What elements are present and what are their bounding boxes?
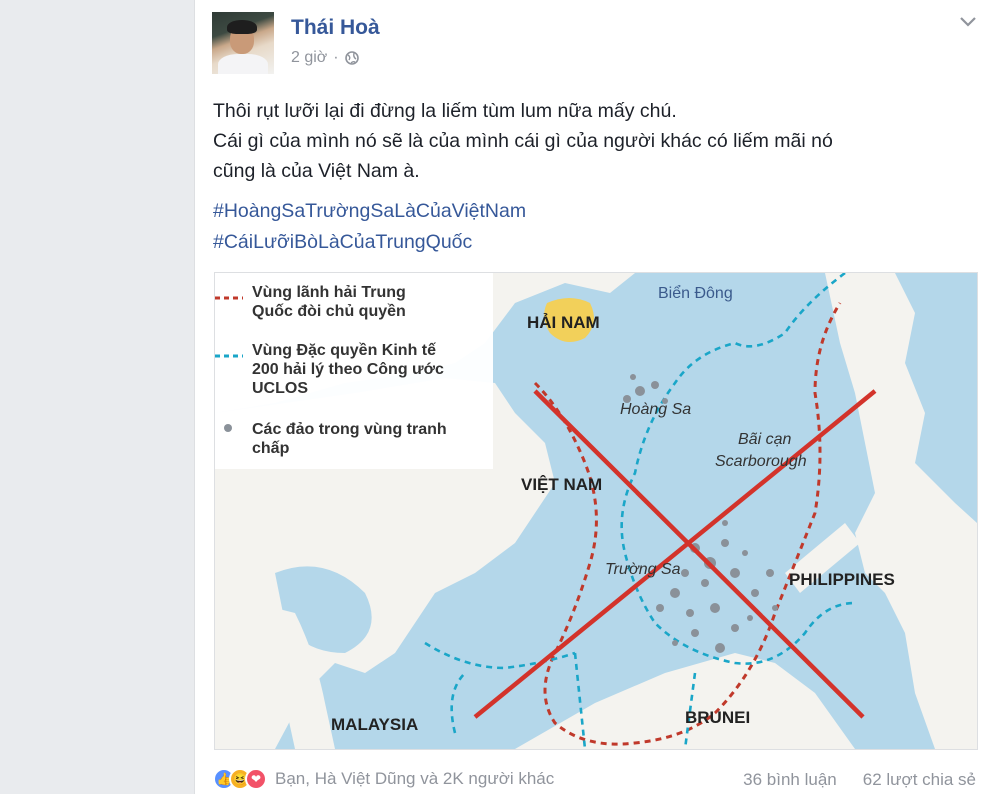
reaction-summary[interactable]: 👍 😆 ❤ Bạn, Hà Việt Dũng và 2K người khác [213,768,554,790]
label-hai-nam: HẢI NAM [527,313,600,332]
shares-count[interactable]: 62 lượt chia sẻ [863,770,976,790]
reaction-text[interactable]: Bạn, Hà Việt Dũng và 2K người khác [275,769,554,789]
post-meta: 2 giờ · [291,49,359,67]
label-philippines: PHILIPPINES [789,570,895,589]
legend-dots: Các đảo trong vùng tranh chấp [252,421,447,457]
label-scarborough-1: Bãi cạn [738,431,792,448]
post-text: Thôi rụt lưỡi lại đi đừng la liếm tùm lu… [213,96,983,186]
meta-separator: · [333,49,339,66]
post-time[interactable]: 2 giờ [291,49,327,67]
legend-blue-line: Vùng Đặc quyền Kinh tế 200 hải lý theo C… [252,342,444,397]
love-icon: ❤ [245,768,267,790]
gray-dot-icon [224,424,232,432]
post-text-line: cũng là của Việt Nam à. [213,160,420,182]
globe-icon[interactable] [344,51,359,65]
engagement-counts: 36 bình luận 62 lượt chia sẻ [743,770,976,790]
blue-dashed-line-icon [215,354,243,358]
post-image-map[interactable]: Vùng lãnh hải Trung Quốc đòi chủ quyền V… [214,272,978,750]
hashtag-link[interactable]: #HoàngSaTrườngSaLàCủaViệtNam [213,196,526,227]
comments-count[interactable]: 36 bình luận [743,770,837,790]
label-malaysia: MALAYSIA [331,715,419,734]
post-text-line: Cái gì của mình nó sẽ là của mình cái gì… [213,130,833,152]
hashtag-link[interactable]: #CáiLưỡiBòLàCủaTrungQuốc [213,227,526,258]
author-name[interactable]: Thái Hoà [291,16,380,40]
label-truong-sa: Trường Sa [605,561,681,578]
label-hoang-sa: Hoàng Sa [620,401,692,418]
label-viet-nam: VIỆT NAM [521,475,603,494]
hashtags: #HoàngSaTrườngSaLàCủaViệtNam #CáiLưỡiBòL… [213,196,526,258]
legend-red-line: Vùng lãnh hải Trung Quốc đòi chủ quyền [252,284,406,320]
avatar[interactable] [212,12,274,74]
label-scarborough-2: Scarborough [715,453,807,470]
chevron-down-icon[interactable] [958,14,978,30]
label-brunei: BRUNEI [685,708,751,727]
label-bien-dong: Biển Đông [658,285,733,302]
post-card: Thái Hoà 2 giờ · Thôi rụt lưỡi lại đi đừ… [194,0,1000,794]
red-dashed-line-icon [215,296,243,300]
map-legend: Vùng lãnh hải Trung Quốc đòi chủ quyền V… [215,273,493,469]
post-text-line: Thôi rụt lưỡi lại đi đừng la liếm tùm lu… [213,100,677,122]
